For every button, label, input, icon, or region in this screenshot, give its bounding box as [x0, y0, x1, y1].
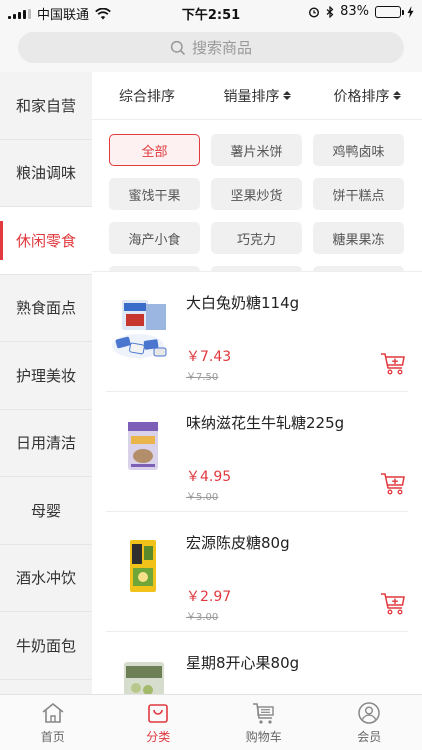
search-input[interactable]: 搜索商品 — [18, 32, 404, 63]
chip-dried-fruit[interactable]: 蜜饯干果 — [109, 178, 200, 210]
product-image — [108, 294, 176, 362]
sort-price[interactable]: 价格排序 — [312, 86, 422, 106]
sort-price-label: 价格排序 — [333, 88, 390, 105]
sidebar-item-label: 护理美妆 — [15, 366, 76, 385]
subcategory-chips: 全部 薯片米饼 鸡鸭卤味 蜜饯干果 坚果炒货 饼干糕点 海产小食 巧克力 糖果果… — [92, 122, 422, 272]
tab-cart-label: 购物车 — [245, 729, 282, 744]
chip-braised[interactable]: 鸡鸭卤味 — [313, 134, 404, 166]
product-item[interactable]: 大白兔奶糖114g ￥7.43 ￥7.50 — [106, 272, 408, 392]
shopping-bag-icon — [148, 703, 169, 723]
sidebar-item-label: 牛奶面包 — [15, 636, 76, 655]
product-image — [108, 654, 176, 694]
product-price: ￥4.95 — [186, 469, 232, 485]
product-image — [108, 534, 176, 602]
cart-list-icon — [252, 702, 274, 724]
chip-seafood[interactable]: 海产小食 — [109, 222, 200, 254]
sidebar-item-baby[interactable]: 母婴 — [0, 477, 92, 545]
product-price: ￥2.97 — [186, 589, 232, 605]
tab-member-label: 会员 — [357, 729, 382, 744]
sort-comprehensive[interactable]: 综合排序 — [92, 86, 202, 106]
chip-chocolate[interactable]: 巧克力 — [211, 222, 302, 254]
sidebar-item-label: 日用清洁 — [15, 434, 76, 453]
sidebar-item-label: 酒水冲饮 — [15, 569, 76, 588]
tab-member[interactable]: 会员 — [317, 695, 422, 750]
product-image — [108, 414, 176, 482]
status-bar: 中国联通 下午2:51 83% — [0, 0, 422, 24]
add-to-cart-icon[interactable] — [380, 592, 406, 616]
sidebar-item-label: 熟食面点 — [15, 299, 76, 318]
tab-category-label: 分类 — [146, 729, 171, 744]
sidebar-item-hejia[interactable]: 和家自营 — [0, 72, 92, 140]
product-item[interactable]: 星期8开心果80g — [106, 632, 408, 694]
chip-nuts[interactable]: 坚果炒货 — [211, 178, 302, 210]
chip-biscuits[interactable]: 饼干糕点 — [313, 178, 404, 210]
sidebar-item-label: 休闲零食 — [15, 231, 76, 250]
chip-chips[interactable]: 薯片米饼 — [211, 134, 302, 166]
sidebar-item-milk-bread[interactable]: 牛奶面包 — [0, 612, 92, 680]
sort-comprehensive-label: 综合排序 — [119, 88, 175, 105]
product-item[interactable]: 宏源陈皮糖80g ￥2.97 ￥3.00 — [106, 512, 408, 632]
product-item[interactable]: 味纳滋花生牛轧糖225g ￥4.95 ￥5.00 — [106, 392, 408, 512]
sort-sales[interactable]: 销量排序 — [202, 86, 312, 106]
battery-icon — [375, 5, 404, 18]
search-icon — [170, 40, 186, 55]
user-icon — [358, 701, 380, 724]
sidebar-item-snacks[interactable]: 休闲零食 — [0, 207, 92, 275]
product-name: 宏源陈皮糖80g — [186, 534, 290, 552]
status-right: 83% — [308, 4, 414, 19]
search-area: 搜索商品 — [0, 24, 422, 72]
tab-category[interactable]: 分类 — [106, 695, 212, 750]
sidebar-item-cleaning[interactable]: 日用清洁 — [0, 410, 92, 477]
sort-arrows-icon — [392, 91, 401, 100]
tab-cart[interactable]: 购物车 — [211, 695, 317, 750]
sidebar-item-label: 和家自营 — [15, 96, 76, 115]
sort-bar: 综合排序 销量排序 价格排序 — [92, 72, 422, 120]
bluetooth-icon — [326, 5, 334, 18]
home-icon — [42, 702, 64, 723]
add-to-cart-icon[interactable] — [380, 472, 406, 496]
sidebar-item-beauty[interactable]: 护理美妆 — [0, 342, 92, 410]
sidebar-item-label: 母婴 — [30, 501, 61, 520]
bottom-tab-bar: 首页 分类 购物车 会员 — [0, 694, 422, 750]
product-name: 星期8开心果80g — [186, 654, 300, 672]
add-to-cart-icon[interactable] — [380, 352, 406, 376]
product-price: ￥7.43 — [186, 349, 232, 365]
tab-home[interactable]: 首页 — [0, 695, 106, 750]
product-name: 大白兔奶糖114g — [186, 294, 300, 312]
product-original-price: ￥3.00 — [186, 612, 219, 623]
product-original-price: ￥7.50 — [186, 372, 219, 383]
chip-all[interactable]: 全部 — [109, 134, 200, 166]
search-placeholder: 搜索商品 — [191, 39, 252, 57]
sidebar-item-deli[interactable]: 熟食面点 — [0, 275, 92, 342]
alarm-icon — [309, 6, 320, 18]
tab-home-label: 首页 — [40, 729, 65, 744]
battery-percent: 83% — [340, 4, 369, 19]
sort-sales-label: 销量排序 — [223, 88, 280, 105]
product-original-price: ￥5.00 — [186, 492, 219, 503]
category-sidebar: 和家自营 粮油调味 休闲零食 熟食面点 护理美妆 日用清洁 母婴 酒水冲饮 牛奶… — [0, 72, 92, 694]
sidebar-item-label: 粮油调味 — [15, 164, 76, 183]
product-list: 大白兔奶糖114g ￥7.43 ￥7.50 味纳滋花生牛轧糖225g ￥4.95… — [92, 272, 422, 694]
charging-icon — [407, 5, 414, 18]
sidebar-item-drinks[interactable]: 酒水冲饮 — [0, 545, 92, 612]
sort-arrows-icon — [282, 91, 291, 100]
chip-candy[interactable]: 糖果果冻 — [313, 222, 404, 254]
product-name: 味纳滋花生牛轧糖225g — [186, 414, 345, 432]
sidebar-item-grain-oil[interactable]: 粮油调味 — [0, 140, 92, 207]
